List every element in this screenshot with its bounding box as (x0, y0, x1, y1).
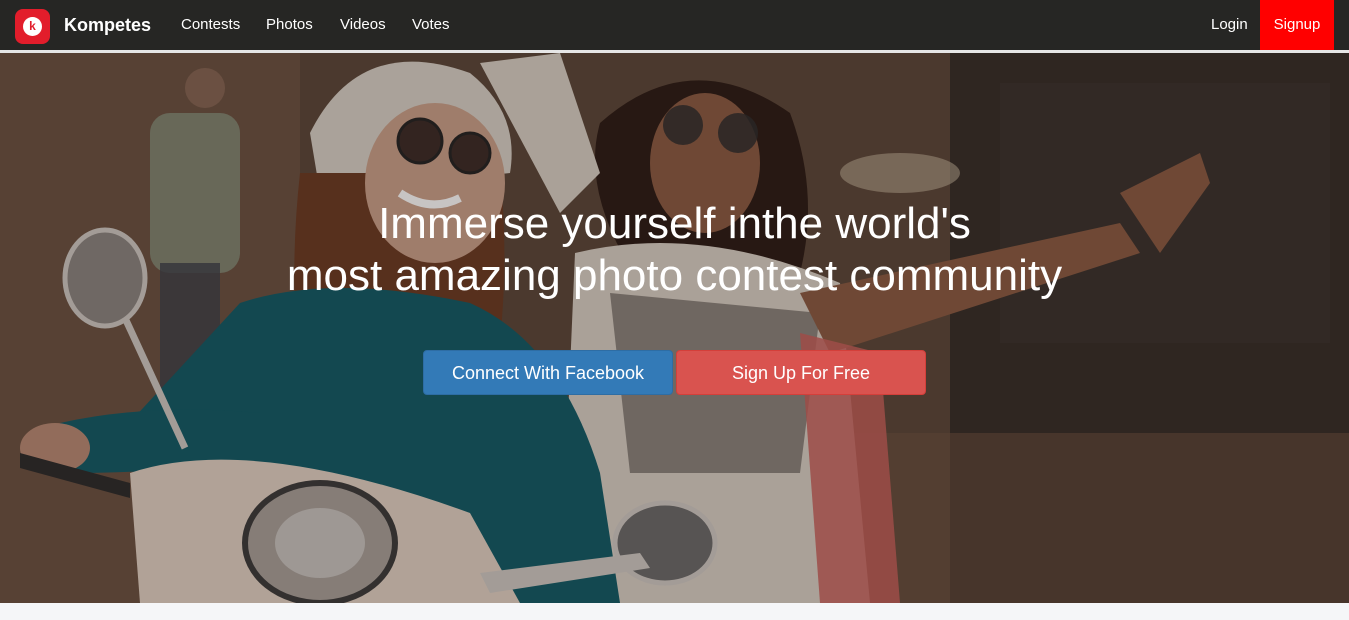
hero-banner: Immerse yourself inthe world's most amaz… (0, 53, 1349, 603)
connect-facebook-button[interactable]: Connect With Facebook (423, 350, 673, 395)
signup-nav-button[interactable]: Signup (1260, 0, 1334, 50)
nav-videos[interactable]: Videos (340, 0, 386, 50)
nav-photos[interactable]: Photos (266, 0, 313, 50)
nav-votes[interactable]: Votes (412, 0, 450, 50)
logo-letter: k (23, 17, 42, 36)
hero-dark-overlay (0, 53, 1349, 603)
sign-up-free-button[interactable]: Sign Up For Free (676, 350, 926, 395)
login-link[interactable]: Login (1211, 0, 1248, 50)
brand-name[interactable]: Kompetes (64, 0, 151, 50)
nav-contests[interactable]: Contests (181, 0, 240, 50)
page-below-fold (0, 603, 1349, 620)
hero-headline-line2: most amazing photo contest community (286, 251, 1063, 300)
top-navbar: k Kompetes Contests Photos Videos Votes … (0, 0, 1349, 53)
kompetes-logo-icon[interactable]: k (15, 9, 50, 44)
hero-headline-line1: Immerse yourself inthe world's (378, 199, 971, 248)
